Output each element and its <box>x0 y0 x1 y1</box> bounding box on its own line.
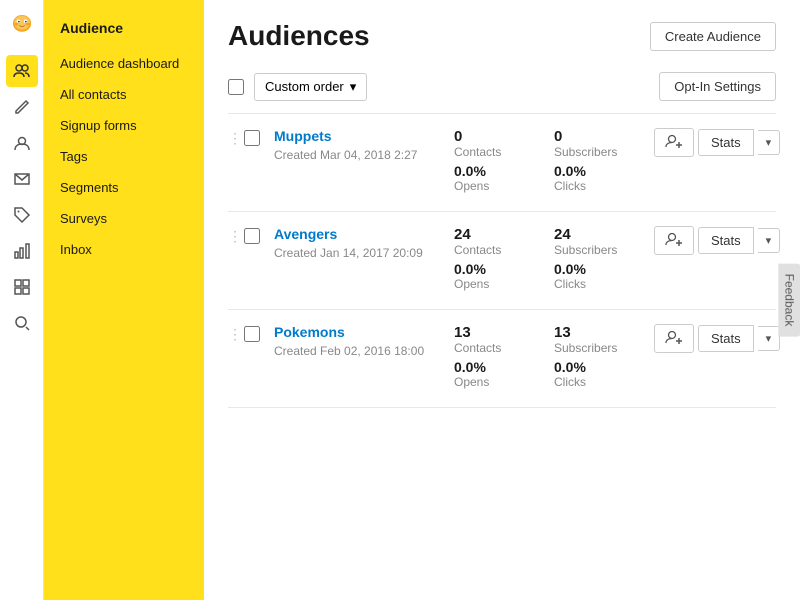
clicks-value: 0.0% <box>554 261 654 277</box>
contacts-label: Contacts <box>454 341 554 355</box>
table-row: ⋮ Muppets Created Mar 04, 2018 2:27 0 Co… <box>228 114 776 212</box>
contacts-count: 0 <box>454 128 554 145</box>
audience-name-link[interactable]: Avengers <box>274 226 454 242</box>
nav-item-all-contacts[interactable]: All contacts <box>44 79 204 110</box>
stats-button[interactable]: Stats <box>698 227 754 254</box>
contacts-label: Contacts <box>454 145 554 159</box>
sidebar-icon-reports[interactable] <box>6 235 38 267</box>
opens-label: Opens <box>454 277 554 291</box>
subscribers-label: Subscribers <box>554 243 654 257</box>
sidebar <box>0 0 44 600</box>
nav-item-segments[interactable]: Segments <box>44 172 204 203</box>
subscribers-count: 0 <box>554 128 654 145</box>
opens-value: 0.0% <box>454 359 554 375</box>
audience-created-date: Created Jan 14, 2017 20:09 <box>274 246 423 260</box>
contacts-group: 24 Contacts 0.0% Opens <box>454 226 554 295</box>
subscribers-label: Subscribers <box>554 341 654 355</box>
row-checkbox-avengers[interactable] <box>244 226 264 249</box>
sidebar-icon-grid[interactable] <box>6 271 38 303</box>
contacts-group: 0 Contacts 0.0% Opens <box>454 128 554 197</box>
subscribers-count: 24 <box>554 226 654 243</box>
subscribers-label: Subscribers <box>554 145 654 159</box>
sort-label: Custom order <box>265 79 344 94</box>
opt-in-settings-button[interactable]: Opt-In Settings <box>659 72 776 101</box>
clicks-label: Clicks <box>554 277 654 291</box>
table-row: ⋮ Avengers Created Jan 14, 2017 20:09 24… <box>228 212 776 310</box>
drag-handle-icon[interactable]: ⋮ <box>228 226 244 245</box>
sidebar-icon-contacts[interactable] <box>6 127 38 159</box>
stats-dropdown-button[interactable]: ▾ <box>758 130 781 155</box>
feedback-tab[interactable]: Feedback <box>779 264 800 337</box>
nav-item-tags[interactable]: Tags <box>44 141 204 172</box>
table-row: ⋮ Pokemons Created Feb 02, 2016 18:00 13… <box>228 310 776 408</box>
sort-dropdown[interactable]: Custom order ▾ <box>254 73 367 101</box>
contacts-count: 24 <box>454 226 554 243</box>
contacts-label: Contacts <box>454 243 554 257</box>
page-header: Audiences Create Audience <box>228 20 776 52</box>
opens-value: 0.0% <box>454 163 554 179</box>
toolbar: Custom order ▾ Opt-In Settings <box>228 72 776 101</box>
clicks-label: Clicks <box>554 375 654 389</box>
row-checkbox-pokemons[interactable] <box>244 324 264 347</box>
drag-handle-icon[interactable]: ⋮ <box>228 128 244 147</box>
audience-created-date: Created Mar 04, 2018 2:27 <box>274 148 417 162</box>
add-contact-button[interactable] <box>654 226 694 255</box>
subscribers-group: 24 Subscribers 0.0% Clicks <box>554 226 654 295</box>
audience-name-col: Muppets Created Mar 04, 2018 2:27 <box>274 128 454 164</box>
subscribers-group: 13 Subscribers 0.0% Clicks <box>554 324 654 393</box>
nav-panel-title: Audience <box>44 12 204 48</box>
toolbar-left: Custom order ▾ <box>228 73 367 101</box>
audience-list: ⋮ Muppets Created Mar 04, 2018 2:27 0 Co… <box>228 113 776 408</box>
row-actions: Stats ▾ <box>654 324 780 353</box>
nav-panel: Audience Audience dashboard All contacts… <box>44 0 204 600</box>
stats-dropdown-button[interactable]: ▾ <box>758 326 781 351</box>
row-checkbox-muppets[interactable] <box>244 128 264 151</box>
audience-name-link[interactable]: Pokemons <box>274 324 454 340</box>
row-actions: Stats ▾ <box>654 226 780 255</box>
create-audience-button[interactable]: Create Audience <box>650 22 776 51</box>
stats-button[interactable]: Stats <box>698 325 754 352</box>
add-contact-button[interactable] <box>654 128 694 157</box>
add-contact-button[interactable] <box>654 324 694 353</box>
sidebar-icon-audience[interactable] <box>6 55 38 87</box>
contacts-count: 13 <box>454 324 554 341</box>
sidebar-icon-edit[interactable] <box>6 91 38 123</box>
stats-button[interactable]: Stats <box>698 129 754 156</box>
sidebar-icon-search[interactable] <box>6 307 38 339</box>
nav-item-inbox[interactable]: Inbox <box>44 234 204 265</box>
audience-name-link[interactable]: Muppets <box>274 128 454 144</box>
sidebar-icon-tags[interactable] <box>6 199 38 231</box>
page-title: Audiences <box>228 20 370 52</box>
audience-name-col: Pokemons Created Feb 02, 2016 18:00 <box>274 324 454 360</box>
clicks-value: 0.0% <box>554 163 654 179</box>
select-all-checkbox[interactable] <box>228 79 244 95</box>
row-actions: Stats ▾ <box>654 128 780 157</box>
nav-item-surveys[interactable]: Surveys <box>44 203 204 234</box>
opens-label: Opens <box>454 179 554 193</box>
nav-item-signup-forms[interactable]: Signup forms <box>44 110 204 141</box>
audience-created-date: Created Feb 02, 2016 18:00 <box>274 344 424 358</box>
sidebar-icon-campaigns[interactable] <box>6 163 38 195</box>
sort-chevron-icon: ▾ <box>350 79 357 95</box>
drag-handle-icon[interactable]: ⋮ <box>228 324 244 343</box>
stats-dropdown-button[interactable]: ▾ <box>758 228 781 253</box>
subscribers-group: 0 Subscribers 0.0% Clicks <box>554 128 654 197</box>
contacts-group: 13 Contacts 0.0% Opens <box>454 324 554 393</box>
logo <box>8 8 36 41</box>
nav-item-audience-dashboard[interactable]: Audience dashboard <box>44 48 204 79</box>
main-content: Audiences Create Audience Custom order ▾… <box>204 0 800 600</box>
subscribers-count: 13 <box>554 324 654 341</box>
audience-name-col: Avengers Created Jan 14, 2017 20:09 <box>274 226 454 262</box>
opens-label: Opens <box>454 375 554 389</box>
clicks-value: 0.0% <box>554 359 654 375</box>
clicks-label: Clicks <box>554 179 654 193</box>
opens-value: 0.0% <box>454 261 554 277</box>
